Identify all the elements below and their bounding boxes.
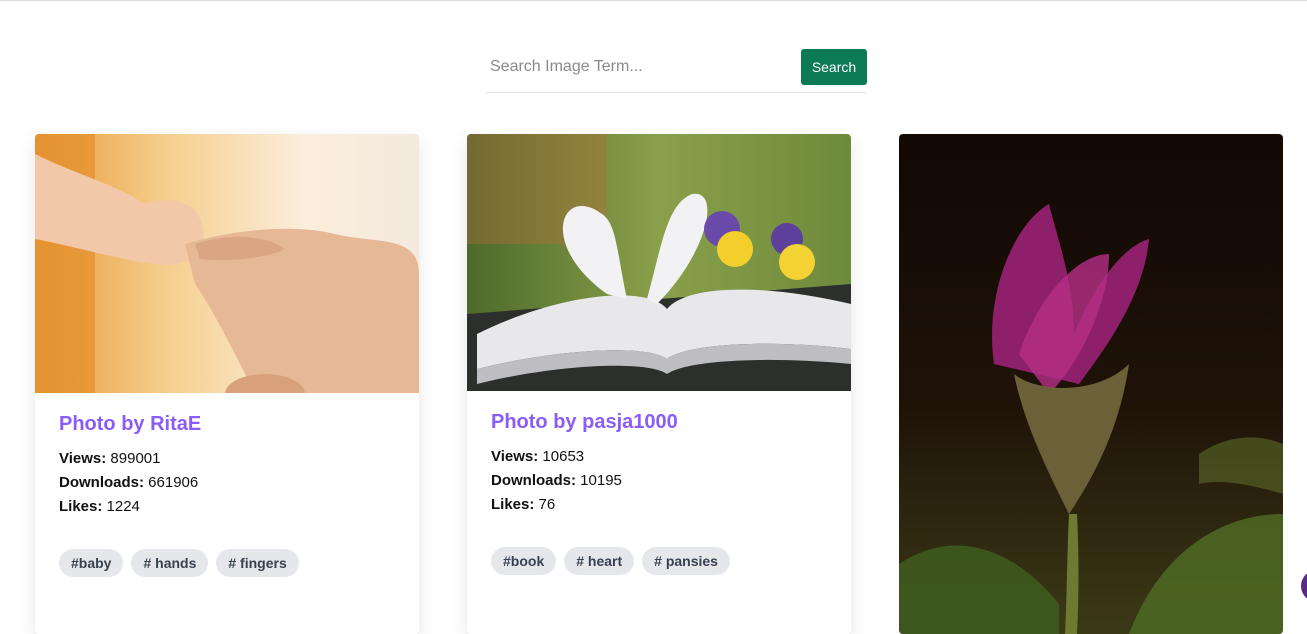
card-image-book-heart[interactable]: [467, 134, 851, 391]
card-image-baby-hand[interactable]: [35, 134, 419, 393]
likes-stat: Likes: 76: [491, 496, 556, 513]
card-title[interactable]: Photo by RitaE: [59, 411, 395, 437]
image-card: Photo by RitaE Views: 899001 Downloads: …: [35, 134, 419, 634]
image-card: [899, 134, 1283, 634]
tag-list: #book # heart # pansies: [491, 547, 827, 575]
tag[interactable]: # fingers: [216, 549, 299, 577]
tag[interactable]: # hands: [131, 549, 209, 577]
tag[interactable]: #baby: [59, 549, 124, 577]
image-card: Photo by pasja1000 Views: 10653 Download…: [467, 134, 851, 634]
card-title[interactable]: Photo by pasja1000: [491, 409, 827, 435]
views-stat: Views: 10653: [491, 448, 585, 465]
search-button[interactable]: Search: [801, 49, 867, 85]
search-bar: Search: [485, 44, 867, 93]
tag[interactable]: # heart: [564, 547, 635, 575]
card-body: Photo by RitaE Views: 899001 Downloads: …: [59, 411, 395, 519]
card-body: Photo by pasja1000 Views: 10653 Download…: [491, 409, 827, 517]
tag[interactable]: # pansies: [642, 547, 730, 575]
card-image-pasque-flower[interactable]: [899, 134, 1283, 634]
top-divider: [0, 0, 1307, 1]
floating-avatar-icon[interactable]: [1301, 570, 1307, 602]
search-input[interactable]: [485, 50, 785, 84]
likes-stat: Likes: 1224: [59, 498, 140, 515]
downloads-stat: Downloads: 10195: [491, 472, 622, 489]
tag[interactable]: #book: [491, 547, 557, 575]
views-stat: Views: 899001: [59, 450, 161, 467]
downloads-stat: Downloads: 661906: [59, 474, 199, 491]
tag-list: #baby # hands # fingers: [59, 549, 395, 577]
